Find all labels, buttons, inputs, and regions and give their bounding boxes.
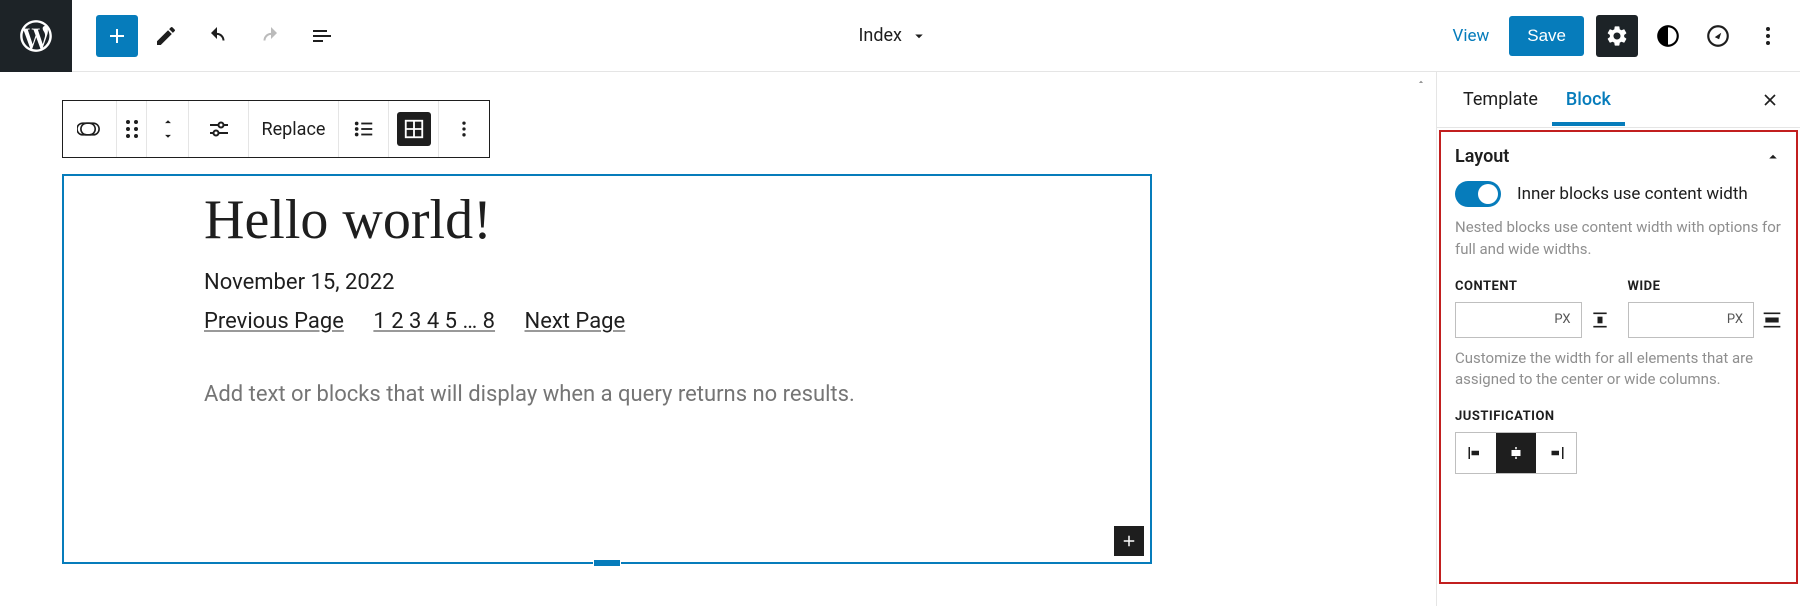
preview-button[interactable] [1694, 12, 1742, 60]
pagination: Previous Page 1 2 3 4 5 … 8 Next Page [204, 309, 1010, 334]
append-block-button[interactable] [1114, 526, 1144, 556]
content-width-toggle[interactable] [1455, 181, 1501, 207]
settings-sidebar: Template Block Layout Inner blocks use c… [1436, 72, 1800, 606]
toolbar-right: View Save [1441, 12, 1793, 60]
replace-button[interactable]: Replace [249, 101, 339, 157]
close-sidebar-button[interactable] [1752, 82, 1788, 118]
scrollbar-arrow-icon[interactable] [1416, 72, 1426, 92]
grid-icon [403, 118, 425, 140]
list-view-button[interactable] [298, 12, 346, 60]
redo-button[interactable] [246, 12, 294, 60]
chevron-up-icon [1764, 148, 1782, 166]
tab-template[interactable]: Template [1449, 73, 1552, 126]
undo-icon [206, 24, 230, 48]
wordpress-logo[interactable] [0, 0, 72, 72]
chevron-up-icon [160, 115, 176, 129]
justify-right-button[interactable] [1536, 433, 1576, 473]
justify-left-icon [1467, 445, 1485, 461]
redo-icon [258, 24, 282, 48]
editor-top-bar: Index View Save [0, 0, 1800, 72]
display-settings-button[interactable] [189, 101, 249, 157]
more-vertical-icon [454, 119, 474, 139]
save-button[interactable]: Save [1509, 16, 1584, 56]
options-button[interactable] [1744, 12, 1792, 60]
wordpress-icon [17, 17, 55, 55]
justify-center-button[interactable] [1496, 433, 1536, 473]
compass-icon [1705, 23, 1731, 49]
no-results-placeholder[interactable]: Add text or blocks that will display whe… [204, 382, 1010, 407]
toolbar-left [96, 12, 346, 60]
pencil-icon [154, 24, 178, 48]
plus-icon [105, 24, 129, 48]
query-loop-icon [77, 119, 103, 139]
more-vertical-icon [1756, 24, 1780, 48]
list-view-icon [310, 24, 334, 48]
tab-block[interactable]: Block [1552, 73, 1625, 126]
edit-mode-button[interactable] [142, 12, 190, 60]
content-width-icon-button[interactable] [1590, 310, 1610, 330]
move-arrows [147, 101, 189, 157]
contrast-icon [1655, 23, 1681, 49]
post-title[interactable]: Hello world! [204, 188, 1010, 252]
query-loop-block[interactable]: Hello world! November 15, 2022 Previous … [62, 174, 1152, 564]
justify-center-icon [1507, 445, 1525, 461]
content-width-input[interactable]: PX [1455, 302, 1582, 338]
view-link[interactable]: View [1441, 16, 1502, 56]
content-width-label: CONTENT [1455, 279, 1610, 294]
move-down-button[interactable] [160, 129, 176, 143]
block-more-button[interactable] [439, 101, 489, 157]
chevron-down-icon [160, 129, 176, 143]
grid-layout-button[interactable] [389, 101, 439, 157]
justification-group [1455, 432, 1577, 474]
undo-button[interactable] [194, 12, 242, 60]
drag-handle[interactable] [117, 101, 147, 157]
document-title: Index [859, 25, 902, 46]
sliders-icon [207, 117, 231, 141]
post-date[interactable]: November 15, 2022 [204, 270, 1010, 295]
drag-icon [125, 119, 139, 139]
list-icon [353, 118, 375, 140]
wide-width-icon-button[interactable] [1762, 310, 1782, 330]
wide-unit: PX [1727, 312, 1743, 327]
align-center-icon [1590, 310, 1610, 330]
block-type-button[interactable] [63, 101, 117, 157]
editor-main: Replace [0, 72, 1800, 606]
toggle-help-text: Nested blocks use content width with opt… [1455, 217, 1782, 261]
justify-left-button[interactable] [1456, 433, 1496, 473]
chevron-down-icon [910, 27, 928, 45]
justify-right-icon [1547, 445, 1565, 461]
resize-handle[interactable] [594, 560, 620, 566]
sidebar-tabs: Template Block [1437, 72, 1800, 128]
content-width-toggle-row: Inner blocks use content width [1455, 181, 1782, 207]
close-icon [1760, 90, 1780, 110]
prev-page-link[interactable]: Previous Page [204, 309, 344, 334]
width-help-text: Customize the width for all elements tha… [1455, 348, 1782, 392]
add-block-button[interactable] [96, 15, 138, 57]
wide-width-label: WIDE [1628, 279, 1783, 294]
layout-panel: Layout Inner blocks use content width Ne… [1439, 130, 1798, 584]
wide-width-input[interactable]: PX [1628, 302, 1755, 338]
justification-label: JUSTIFICATION [1455, 409, 1782, 424]
document-title-button[interactable]: Index [346, 25, 1441, 46]
page-numbers[interactable]: 1 2 3 4 5 … 8 [373, 309, 495, 334]
block-toolbar: Replace [62, 100, 490, 158]
list-layout-button[interactable] [339, 101, 389, 157]
gear-icon [1605, 24, 1629, 48]
layout-section-header[interactable]: Layout [1455, 146, 1782, 167]
editor-canvas[interactable]: Replace [0, 72, 1436, 606]
styles-button[interactable] [1644, 12, 1692, 60]
move-up-button[interactable] [160, 115, 176, 129]
settings-button[interactable] [1596, 15, 1638, 57]
content-unit: PX [1554, 312, 1570, 327]
align-wide-icon [1762, 310, 1782, 330]
width-fields-row: CONTENT PX WIDE [1455, 279, 1782, 338]
plus-icon [1120, 532, 1138, 550]
next-page-link[interactable]: Next Page [525, 309, 626, 334]
layout-section-title: Layout [1455, 146, 1509, 167]
content-width-toggle-label: Inner blocks use content width [1517, 184, 1748, 204]
